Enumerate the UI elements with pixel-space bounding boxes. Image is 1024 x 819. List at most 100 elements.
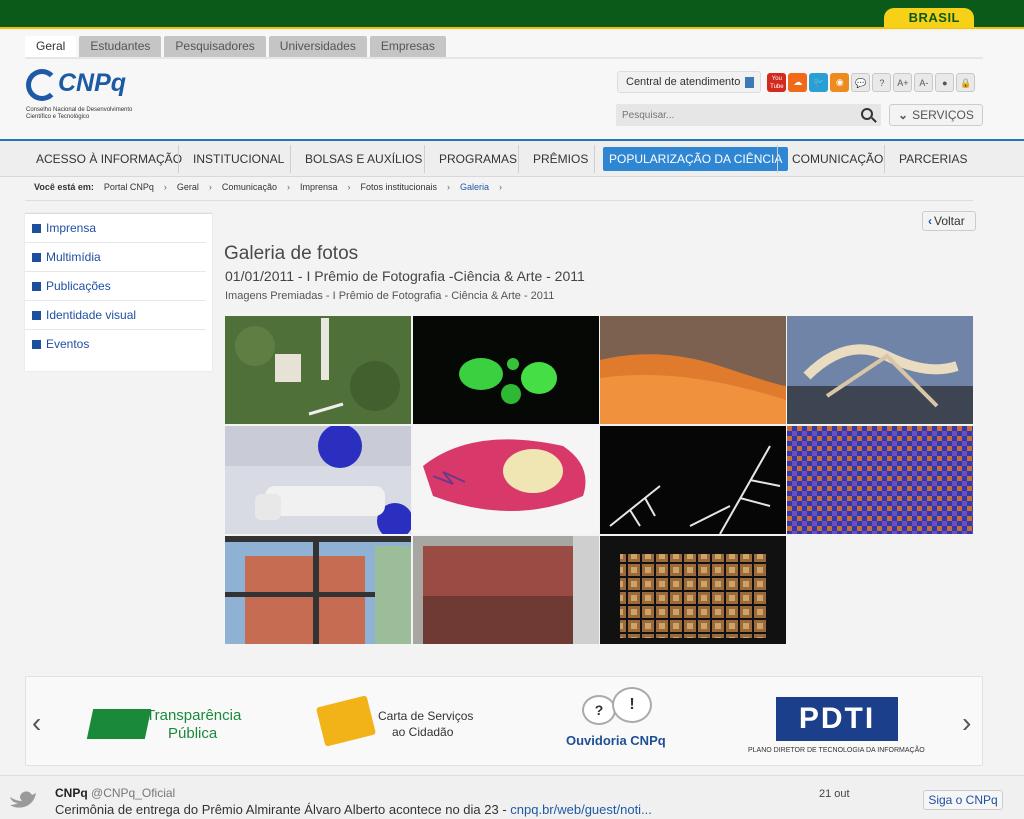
photo-glowing-mushrooms[interactable] [413, 316, 599, 424]
nav-divider [884, 145, 885, 173]
nav-divider [518, 145, 519, 173]
photo-orange-coral[interactable] [600, 316, 786, 424]
pdti-logo[interactable]: PDTI PLANO DIRETOR DE TECNOLOGIA DA INFO… [746, 695, 936, 759]
nav-acesso-informacao[interactable]: ACESSO À INFORMAÇÃO [36, 141, 182, 177]
breadcrumb: Você está em: Portal CNPq › Geral › Comuni… [34, 182, 503, 192]
font-increase-icon[interactable]: A+ [893, 72, 913, 92]
tab-divider [25, 57, 983, 59]
nav-popularizacao-ciencia[interactable]: POPULARIZAÇÃO DA CIÊNCIA [603, 141, 789, 177]
breadcrumb-imprensa[interactable]: Imprensa [300, 182, 338, 192]
bullet-icon [32, 282, 41, 291]
contrast-icon[interactable]: ● [935, 72, 955, 92]
gallery-subtitle: Imagens Premiadas - I Prêmio de Fotograf… [225, 290, 555, 302]
tweet-author[interactable]: CNPq @CNPq_Oficial [55, 786, 175, 800]
photo-aerial-forest-tower[interactable] [225, 316, 411, 424]
header: Geral Estudantes Pesquisadores Universid… [0, 31, 1024, 139]
utility-bar: Central de atendimento You Tube ☁ 🐦 ◉ 💬? A+ A-… [617, 71, 977, 93]
photo-fish-skull-xray[interactable] [413, 426, 599, 534]
ouvidoria-logo[interactable]: ? ! Ouvidoria CNPq [564, 687, 684, 757]
search-box [616, 104, 881, 126]
brazil-flag-icon [86, 709, 152, 739]
central-atendimento-button[interactable]: Central de atendimento [617, 71, 762, 93]
tab-geral[interactable]: Geral [25, 36, 77, 57]
document-icon [745, 76, 755, 88]
page-title: Galeria de fotos [224, 243, 359, 264]
nav-institucional[interactable]: INSTITUCIONAL [193, 141, 284, 177]
breadcrumb-geral[interactable]: Geral [177, 182, 199, 192]
photo-ruined-brick-wall[interactable] [413, 536, 599, 644]
nav-premios[interactable]: PRÊMIOS [533, 141, 588, 177]
chevron-left-icon: ‹ [928, 214, 932, 228]
cnpq-logo[interactable]: CNPq Conselho Nacional de Desenvolviment… [24, 69, 174, 124]
twitter-feed: CNPq @CNPq_Oficial Cerimônia de entrega … [0, 775, 1024, 819]
nav-programas[interactable]: PROGRAMAS [439, 141, 517, 177]
follow-button[interactable]: Siga o CNPq [923, 790, 1003, 810]
sidebar-item-multimidia[interactable]: Multimídia [25, 243, 206, 272]
photo-grid [225, 316, 974, 644]
nav-divider [178, 145, 179, 173]
bullet-icon [32, 340, 41, 349]
bullet-icon [32, 311, 41, 320]
breadcrumb-prefix: Você está em: [34, 182, 94, 192]
logo-subtitle: Conselho Nacional de Desenvolvimento Cie… [26, 107, 133, 120]
twitter-icon[interactable]: 🐦 [809, 72, 829, 92]
nav-divider [290, 145, 291, 173]
main-nav: ACESSO À INFORMAÇÃO INSTITUCIONAL BOLSAS… [0, 139, 1024, 177]
nav-comunicacao[interactable]: COMUNICAÇÃO [792, 141, 883, 177]
photo-robot-arm[interactable] [225, 426, 411, 534]
font-decrease-icon[interactable]: A- [914, 72, 934, 92]
breadcrumb-divider [25, 200, 973, 201]
audience-tabs: Geral Estudantes Pesquisadores Universid… [25, 36, 446, 57]
bullet-icon [32, 224, 41, 233]
sidebar-item-eventos[interactable]: Eventos [25, 330, 206, 359]
breadcrumb-portal-cnpq[interactable]: Portal CNPq [104, 182, 154, 192]
central-atendimento-label: Central de atendimento [626, 76, 741, 88]
lock-icon[interactable]: 🔒 [956, 72, 976, 92]
exclamation-bubble-icon: ! [612, 687, 652, 723]
services-button[interactable]: ⌄ SERVIÇOS [889, 104, 983, 126]
tab-estudantes[interactable]: Estudantes [79, 36, 162, 57]
nav-divider [777, 145, 778, 173]
help-icon[interactable]: ? [872, 72, 892, 92]
brasil-label[interactable]: BRASIL [909, 10, 960, 25]
soundcloud-icon[interactable]: ☁ [788, 72, 808, 92]
breadcrumb-comunicacao[interactable]: Comunicação [222, 182, 277, 192]
transparencia-publica-logo[interactable]: Transparência Pública [86, 705, 260, 745]
search-input[interactable] [616, 104, 856, 126]
tweet-date: 21 out [819, 788, 850, 800]
photo-ice-crystals[interactable] [600, 426, 786, 534]
back-button[interactable]: ‹ Voltar [922, 211, 976, 231]
envelope-icon [315, 695, 377, 747]
cnpq-logo-mark-icon [26, 69, 58, 101]
sidebar-item-identidade-visual[interactable]: Identidade visual [25, 301, 206, 330]
carousel-prev-icon[interactable]: ‹ [32, 707, 41, 739]
breadcrumb-fotos-institucionais[interactable]: Fotos institucionais [360, 182, 437, 192]
question-bubble-icon: ? [582, 695, 616, 725]
nav-parcerias[interactable]: PARCERIAS [899, 141, 967, 177]
sidebar-item-publicacoes[interactable]: Publicações [25, 272, 206, 301]
carta-servicos-logo[interactable]: Carta de Serviços ao Cidadão [315, 695, 486, 751]
gallery-date-title: 01/01/2011 - I Prêmio de Fotografia -Ciê… [225, 268, 585, 284]
photo-building-reflection[interactable] [225, 536, 411, 644]
photo-blue-mosaic[interactable] [787, 426, 973, 534]
photo-pattern-collage[interactable] [600, 536, 786, 644]
rss-icon[interactable]: ◉ [830, 72, 850, 92]
services-label: SERVIÇOS [912, 108, 974, 122]
chevron-down-icon: ⌄ [898, 108, 909, 122]
tab-universidades[interactable]: Universidades [268, 36, 367, 57]
sidebar-item-imprensa[interactable]: Imprensa [25, 214, 206, 243]
photo-root-fibers[interactable] [787, 316, 973, 424]
sidebar: Imprensa Multimídia Publicações Identida… [25, 213, 212, 371]
utility-icons: You Tube ☁ 🐦 ◉ 💬? A+ A- ● 🔒 [767, 72, 977, 92]
carousel-next-icon[interactable]: › [962, 707, 971, 739]
nav-bolsas-auxilios[interactable]: BOLSAS E AUXÍLIOS [305, 141, 422, 177]
search-icon[interactable] [861, 108, 873, 120]
tab-empresas[interactable]: Empresas [369, 36, 446, 57]
youtube-icon[interactable]: You Tube [767, 72, 787, 92]
chat-icon[interactable]: 💬 [851, 72, 871, 92]
twitter-bird-icon [10, 791, 36, 808]
tweet-link[interactable]: cnpq.br/web/guest/noti... [510, 802, 652, 817]
tweet-text: Cerimônia de entrega do Prêmio Almirante… [55, 802, 652, 817]
tab-pesquisadores[interactable]: Pesquisadores [164, 36, 266, 57]
breadcrumb-galeria[interactable]: Galeria [460, 182, 489, 192]
